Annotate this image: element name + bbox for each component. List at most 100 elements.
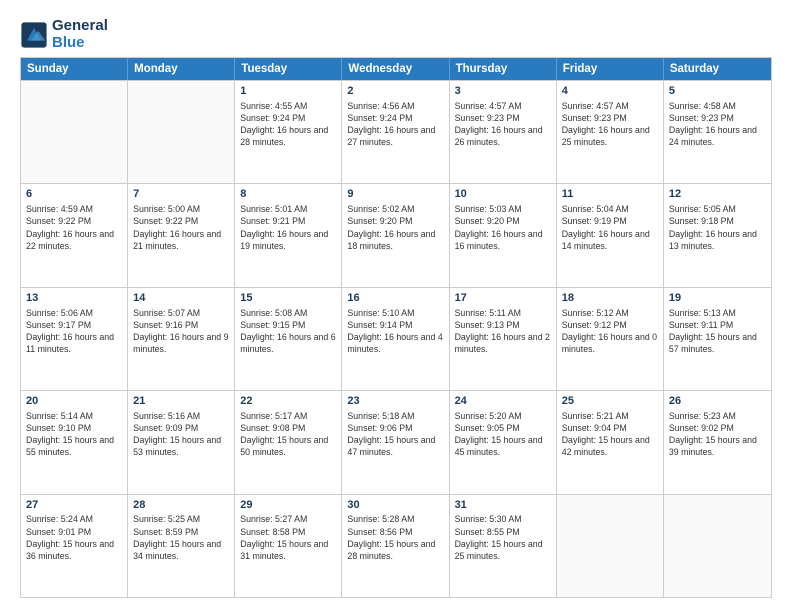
day-info: Sunrise: 5:14 AMSunset: 9:10 PMDaylight:…: [26, 410, 122, 459]
calendar-cell: 17Sunrise: 5:11 AMSunset: 9:13 PMDayligh…: [450, 288, 557, 390]
calendar-cell: 14Sunrise: 5:07 AMSunset: 9:16 PMDayligh…: [128, 288, 235, 390]
day-info: Sunrise: 5:25 AMSunset: 8:59 PMDaylight:…: [133, 513, 229, 562]
day-number: 9: [347, 187, 443, 202]
calendar-cell: 30Sunrise: 5:28 AMSunset: 8:56 PMDayligh…: [342, 495, 449, 597]
calendar-cell: 3Sunrise: 4:57 AMSunset: 9:23 PMDaylight…: [450, 81, 557, 183]
day-info: Sunrise: 5:18 AMSunset: 9:06 PMDaylight:…: [347, 410, 443, 459]
day-info: Sunrise: 5:01 AMSunset: 9:21 PMDaylight:…: [240, 203, 336, 252]
logo-text: General Blue: [52, 18, 108, 51]
day-info: Sunrise: 5:12 AMSunset: 9:12 PMDaylight:…: [562, 307, 658, 356]
day-number: 6: [26, 187, 122, 202]
day-info: Sunrise: 5:27 AMSunset: 8:58 PMDaylight:…: [240, 513, 336, 562]
calendar-cell: 21Sunrise: 5:16 AMSunset: 9:09 PMDayligh…: [128, 391, 235, 493]
day-number: 13: [26, 291, 122, 306]
day-number: 16: [347, 291, 443, 306]
calendar-cell: 28Sunrise: 5:25 AMSunset: 8:59 PMDayligh…: [128, 495, 235, 597]
day-number: 15: [240, 291, 336, 306]
day-number: 23: [347, 394, 443, 409]
day-info: Sunrise: 5:10 AMSunset: 9:14 PMDaylight:…: [347, 307, 443, 356]
day-number: 20: [26, 394, 122, 409]
day-info: Sunrise: 5:04 AMSunset: 9:19 PMDaylight:…: [562, 203, 658, 252]
calendar-day-header: Saturday: [664, 58, 771, 80]
day-info: Sunrise: 5:11 AMSunset: 9:13 PMDaylight:…: [455, 307, 551, 356]
day-number: 27: [26, 498, 122, 513]
calendar-cell: 15Sunrise: 5:08 AMSunset: 9:15 PMDayligh…: [235, 288, 342, 390]
calendar-cell: 8Sunrise: 5:01 AMSunset: 9:21 PMDaylight…: [235, 184, 342, 286]
calendar-cell: 13Sunrise: 5:06 AMSunset: 9:17 PMDayligh…: [21, 288, 128, 390]
calendar-header: SundayMondayTuesdayWednesdayThursdayFrid…: [21, 58, 771, 80]
calendar-cell: 1Sunrise: 4:55 AMSunset: 9:24 PMDaylight…: [235, 81, 342, 183]
day-info: Sunrise: 5:30 AMSunset: 8:55 PMDaylight:…: [455, 513, 551, 562]
calendar-cell: 19Sunrise: 5:13 AMSunset: 9:11 PMDayligh…: [664, 288, 771, 390]
calendar-cell: 26Sunrise: 5:23 AMSunset: 9:02 PMDayligh…: [664, 391, 771, 493]
day-info: Sunrise: 5:03 AMSunset: 9:20 PMDaylight:…: [455, 203, 551, 252]
calendar-cell: 18Sunrise: 5:12 AMSunset: 9:12 PMDayligh…: [557, 288, 664, 390]
day-info: Sunrise: 5:16 AMSunset: 9:09 PMDaylight:…: [133, 410, 229, 459]
day-number: 26: [669, 394, 766, 409]
calendar-week: 13Sunrise: 5:06 AMSunset: 9:17 PMDayligh…: [21, 287, 771, 390]
day-number: 7: [133, 187, 229, 202]
calendar-cell: 5Sunrise: 4:58 AMSunset: 9:23 PMDaylight…: [664, 81, 771, 183]
calendar-cell: 4Sunrise: 4:57 AMSunset: 9:23 PMDaylight…: [557, 81, 664, 183]
header: General Blue: [20, 18, 772, 51]
calendar-body: 1Sunrise: 4:55 AMSunset: 9:24 PMDaylight…: [21, 80, 771, 597]
day-number: 25: [562, 394, 658, 409]
calendar-cell: [128, 81, 235, 183]
day-info: Sunrise: 5:13 AMSunset: 9:11 PMDaylight:…: [669, 307, 766, 356]
calendar: SundayMondayTuesdayWednesdayThursdayFrid…: [20, 57, 772, 598]
calendar-day-header: Friday: [557, 58, 664, 80]
day-info: Sunrise: 4:59 AMSunset: 9:22 PMDaylight:…: [26, 203, 122, 252]
day-info: Sunrise: 5:28 AMSunset: 8:56 PMDaylight:…: [347, 513, 443, 562]
day-info: Sunrise: 5:17 AMSunset: 9:08 PMDaylight:…: [240, 410, 336, 459]
calendar-cell: 23Sunrise: 5:18 AMSunset: 9:06 PMDayligh…: [342, 391, 449, 493]
day-number: 12: [669, 187, 766, 202]
day-info: Sunrise: 4:57 AMSunset: 9:23 PMDaylight:…: [455, 100, 551, 149]
day-number: 18: [562, 291, 658, 306]
day-info: Sunrise: 5:00 AMSunset: 9:22 PMDaylight:…: [133, 203, 229, 252]
logo: General Blue: [20, 18, 108, 51]
day-info: Sunrise: 5:20 AMSunset: 9:05 PMDaylight:…: [455, 410, 551, 459]
calendar-cell: [21, 81, 128, 183]
calendar-cell: 29Sunrise: 5:27 AMSunset: 8:58 PMDayligh…: [235, 495, 342, 597]
day-number: 24: [455, 394, 551, 409]
calendar-cell: 20Sunrise: 5:14 AMSunset: 9:10 PMDayligh…: [21, 391, 128, 493]
day-info: Sunrise: 5:02 AMSunset: 9:20 PMDaylight:…: [347, 203, 443, 252]
day-info: Sunrise: 5:05 AMSunset: 9:18 PMDaylight:…: [669, 203, 766, 252]
day-info: Sunrise: 5:23 AMSunset: 9:02 PMDaylight:…: [669, 410, 766, 459]
calendar-cell: 10Sunrise: 5:03 AMSunset: 9:20 PMDayligh…: [450, 184, 557, 286]
calendar-cell: 27Sunrise: 5:24 AMSunset: 9:01 PMDayligh…: [21, 495, 128, 597]
calendar-cell: 24Sunrise: 5:20 AMSunset: 9:05 PMDayligh…: [450, 391, 557, 493]
day-number: 17: [455, 291, 551, 306]
day-info: Sunrise: 4:57 AMSunset: 9:23 PMDaylight:…: [562, 100, 658, 149]
calendar-day-header: Monday: [128, 58, 235, 80]
calendar-cell: 6Sunrise: 4:59 AMSunset: 9:22 PMDaylight…: [21, 184, 128, 286]
day-info: Sunrise: 4:58 AMSunset: 9:23 PMDaylight:…: [669, 100, 766, 149]
day-info: Sunrise: 5:07 AMSunset: 9:16 PMDaylight:…: [133, 307, 229, 356]
day-info: Sunrise: 5:21 AMSunset: 9:04 PMDaylight:…: [562, 410, 658, 459]
calendar-cell: 16Sunrise: 5:10 AMSunset: 9:14 PMDayligh…: [342, 288, 449, 390]
day-info: Sunrise: 4:55 AMSunset: 9:24 PMDaylight:…: [240, 100, 336, 149]
calendar-week: 20Sunrise: 5:14 AMSunset: 9:10 PMDayligh…: [21, 390, 771, 493]
calendar-week: 27Sunrise: 5:24 AMSunset: 9:01 PMDayligh…: [21, 494, 771, 597]
calendar-cell: 7Sunrise: 5:00 AMSunset: 9:22 PMDaylight…: [128, 184, 235, 286]
calendar-week: 6Sunrise: 4:59 AMSunset: 9:22 PMDaylight…: [21, 183, 771, 286]
day-number: 11: [562, 187, 658, 202]
calendar-cell: 22Sunrise: 5:17 AMSunset: 9:08 PMDayligh…: [235, 391, 342, 493]
day-number: 29: [240, 498, 336, 513]
day-number: 5: [669, 84, 766, 99]
day-info: Sunrise: 4:56 AMSunset: 9:24 PMDaylight:…: [347, 100, 443, 149]
calendar-cell: [664, 495, 771, 597]
day-number: 4: [562, 84, 658, 99]
day-number: 21: [133, 394, 229, 409]
page: General Blue SundayMondayTuesdayWednesda…: [0, 0, 792, 612]
calendar-cell: 11Sunrise: 5:04 AMSunset: 9:19 PMDayligh…: [557, 184, 664, 286]
calendar-cell: 9Sunrise: 5:02 AMSunset: 9:20 PMDaylight…: [342, 184, 449, 286]
calendar-cell: 2Sunrise: 4:56 AMSunset: 9:24 PMDaylight…: [342, 81, 449, 183]
day-number: 1: [240, 84, 336, 99]
day-number: 2: [347, 84, 443, 99]
calendar-cell: 31Sunrise: 5:30 AMSunset: 8:55 PMDayligh…: [450, 495, 557, 597]
day-number: 8: [240, 187, 336, 202]
calendar-day-header: Tuesday: [235, 58, 342, 80]
calendar-day-header: Sunday: [21, 58, 128, 80]
calendar-cell: [557, 495, 664, 597]
